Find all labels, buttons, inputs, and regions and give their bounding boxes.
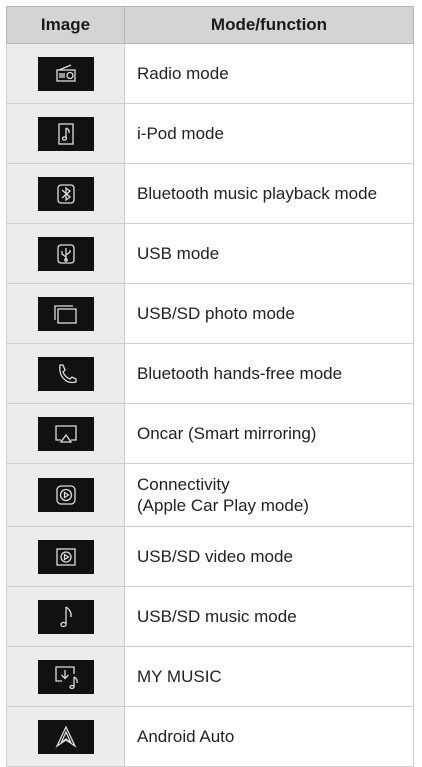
mode-label: Bluetooth hands-free mode	[124, 343, 414, 404]
mode-label: USB/SD video mode	[124, 526, 414, 587]
table-row: Connectivity (Apple Car Play mode)	[6, 463, 414, 527]
mode-label: Oncar (Smart mirroring)	[124, 403, 414, 464]
carplay-icon	[37, 478, 94, 512]
table-row: Android Auto	[6, 706, 414, 767]
android-auto-icon	[37, 719, 94, 754]
table-row: USB mode	[6, 223, 414, 284]
table-row: Radio mode	[6, 43, 414, 104]
table-row: i-Pod mode	[6, 103, 414, 164]
mode-label: USB/SD photo mode	[124, 283, 414, 344]
mode-label: Bluetooth music playback mode	[124, 163, 414, 224]
ipod-icon	[37, 116, 94, 151]
mode-label: Android Auto	[124, 706, 414, 767]
mode-label: USB mode	[124, 223, 414, 284]
mode-table: Image Mode/function Radio mode i-Pod mod…	[6, 6, 414, 767]
mode-label: MY MUSIC	[124, 646, 414, 707]
header-row: Image Mode/function	[6, 6, 414, 44]
video-icon	[37, 539, 94, 574]
usb-icon	[37, 236, 94, 271]
table-row: USB/SD music mode	[6, 586, 414, 647]
table-row: MY MUSIC	[6, 646, 414, 707]
header-mode: Mode/function	[124, 6, 414, 44]
mode-label: USB/SD music mode	[124, 586, 414, 647]
radio-icon	[37, 56, 94, 91]
mode-label: Radio mode	[124, 43, 414, 104]
my-music-icon	[37, 659, 94, 694]
bluetooth-icon	[37, 176, 94, 211]
mode-label-line1: Connectivity	[137, 475, 230, 494]
mirroring-icon	[37, 416, 94, 451]
table-row: Bluetooth music playback mode	[6, 163, 414, 224]
table-row: Bluetooth hands-free mode	[6, 343, 414, 404]
mode-label: i-Pod mode	[124, 103, 414, 164]
mode-label-multiline: Connectivity (Apple Car Play mode)	[124, 463, 414, 527]
header-image: Image	[6, 6, 125, 44]
phone-icon	[37, 356, 94, 391]
table-row: USB/SD video mode	[6, 526, 414, 587]
music-note-icon	[37, 599, 94, 634]
photo-icon	[37, 296, 94, 331]
table-row: Oncar (Smart mirroring)	[6, 403, 414, 464]
table-row: USB/SD photo mode	[6, 283, 414, 344]
mode-label-line2: (Apple Car Play mode)	[137, 496, 309, 515]
